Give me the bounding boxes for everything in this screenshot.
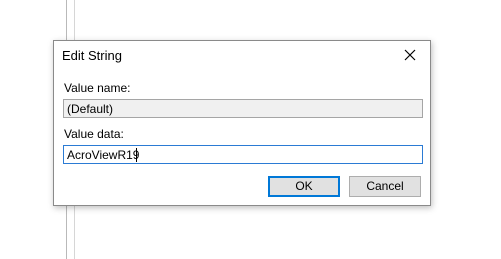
close-icon — [404, 49, 416, 61]
cancel-button[interactable]: Cancel — [349, 176, 421, 197]
value-name-label: Value name: — [64, 81, 131, 95]
desktop-background: A PUALS Edit String Value name: (Default… — [0, 0, 501, 259]
close-button[interactable] — [390, 41, 430, 70]
dialog-titlebar[interactable]: Edit String — [54, 41, 430, 70]
ok-button[interactable]: OK — [268, 176, 340, 197]
value-name-field: (Default) — [63, 99, 423, 118]
value-data-input[interactable]: AcroViewR19 — [63, 145, 423, 164]
value-name-text: (Default) — [67, 102, 114, 116]
value-data-text: AcroViewR19 — [67, 148, 140, 162]
text-caret — [136, 148, 138, 162]
value-data-label: Value data: — [64, 127, 124, 141]
edit-string-dialog: Edit String Value name: (Default) Value … — [53, 40, 431, 206]
dialog-title: Edit String — [62, 48, 122, 63]
